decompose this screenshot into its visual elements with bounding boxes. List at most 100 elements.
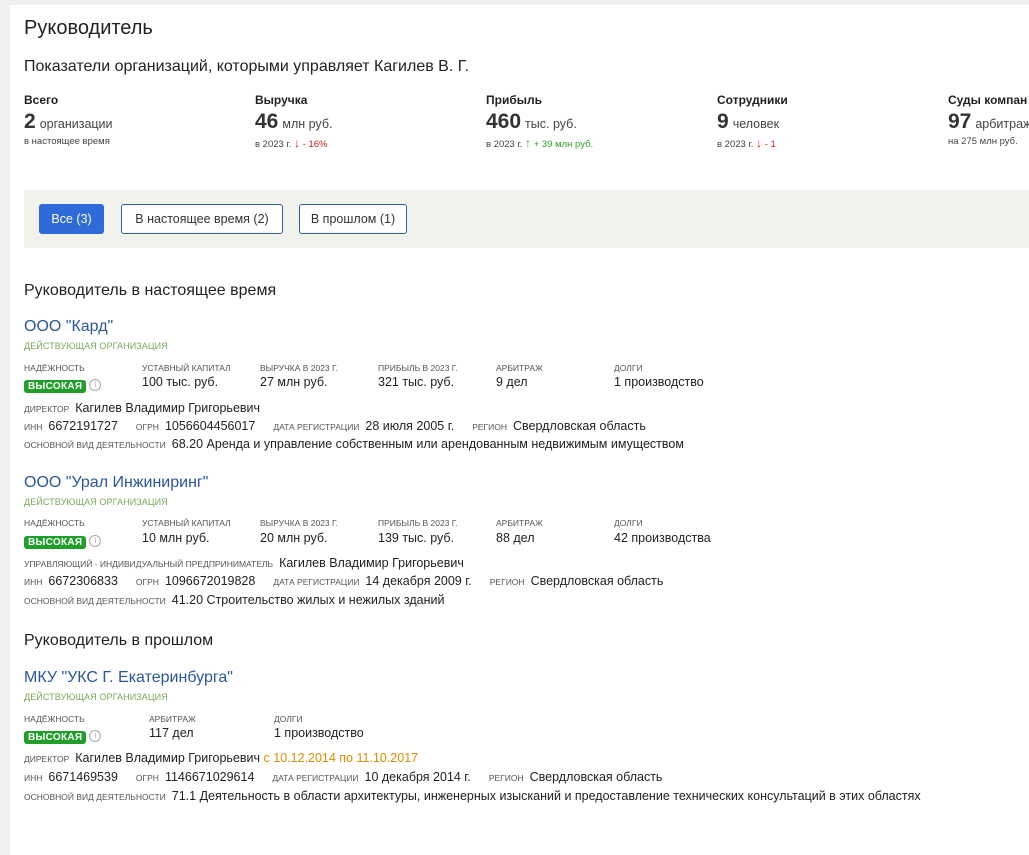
director-line: директор Кагилев Владимир Григорьевич <box>24 401 260 415</box>
debts-caption: долги <box>274 714 303 724</box>
stat-sub: в 2023 г. <box>486 139 523 150</box>
registry-line: ИНН 6672191727 ОГРН 1056604456017 дата регис… <box>24 419 646 433</box>
revenue-value: 20 млн руб. <box>260 531 328 545</box>
debts-caption: долги <box>614 518 643 528</box>
debts-value[interactable]: 1 производство <box>274 726 364 740</box>
director-name[interactable]: Кагилев Владимир Григорьевич <box>75 401 260 415</box>
arbitration-value[interactable]: 88 дел <box>496 531 535 545</box>
manager-caption: управляющий - индивидуальный предпринима… <box>24 559 274 569</box>
page-title: Руководитель <box>24 17 153 39</box>
arbitration-value[interactable]: 9 дел <box>496 375 528 389</box>
stat-value: 9 <box>717 110 729 133</box>
activity-value: 41.20 Строительство жилых и нежилых здан… <box>171 593 445 607</box>
reg-date-caption: дата регистрации <box>273 422 360 432</box>
org-status: ДЕЙСТВУЮЩАЯ ОРГАНИЗАЦИЯ <box>24 692 168 702</box>
reliability-value: ВЫСОКАЯ i <box>24 376 102 394</box>
debts-value[interactable]: 42 производства <box>614 531 711 545</box>
filter-past-button[interactable]: В прошлом (1) <box>299 204 407 234</box>
stat-label: Суды компан <box>948 93 1028 107</box>
stat-value: 2 <box>24 110 36 133</box>
stat-sub: на 275 млн руб. <box>948 136 1018 147</box>
director-line: директор Кагилев Владимир Григорьевич с 1… <box>24 751 418 765</box>
stat-label: Всего <box>24 93 59 107</box>
info-icon[interactable]: i <box>89 534 102 547</box>
reliability-value: ВЫСОКАЯ i <box>24 727 102 745</box>
ogrn-caption: ОГРН <box>135 422 159 432</box>
section-title-current: Руководитель в настоящее время <box>24 282 277 299</box>
capital-value: 100 тыс. руб. <box>142 375 219 389</box>
stat-employees: Сотрудники 9 человек в 2023 г. ↓ - 1 <box>717 93 788 150</box>
profit-caption: прибыль в 2023 г. <box>378 363 458 373</box>
director-caption: директор <box>24 404 70 414</box>
stat-revenue: Выручка 46 млн руб. в 2023 г. ↓ - 16% <box>255 93 332 150</box>
stat-change: + 39 млн руб. <box>533 139 594 150</box>
ogrn-value: 1146671029614 <box>164 770 255 784</box>
manager-line: управляющий - индивидуальный предпринима… <box>24 556 464 570</box>
arrow-up-icon: ↑ <box>525 136 532 150</box>
stat-value: 460 <box>486 110 522 133</box>
activity-caption: основной вид деятельности <box>24 440 166 450</box>
stat-courts: Суды компан 97 арбитраж на 275 млн руб. <box>948 93 1029 147</box>
activity-caption: основной вид деятельности <box>24 596 166 606</box>
debts-value[interactable]: 1 производство <box>614 375 704 389</box>
filter-bar: Все (3) В настоящее время (2) В прошлом … <box>24 190 1029 248</box>
stat-total: Всего 2 организации в настоящее время <box>24 93 113 147</box>
capital-value: 10 млн руб. <box>142 531 210 545</box>
stat-unit: арбитраж <box>975 117 1029 131</box>
reliability-caption: надёжность <box>24 518 85 528</box>
stat-sub: в 2023 г. <box>717 139 754 150</box>
ogrn-caption: ОГРН <box>135 773 159 783</box>
stat-value: 97 <box>948 110 972 133</box>
inn-value: 6672191727 <box>48 419 118 433</box>
reliability-badge: ВЫСОКАЯ <box>24 536 87 549</box>
stat-sub: в настоящее время <box>24 136 110 147</box>
stat-unit: тыс. руб. <box>525 117 577 131</box>
info-icon[interactable]: i <box>89 729 102 742</box>
capital-caption: уставный капитал <box>142 363 231 373</box>
stat-unit: млн руб. <box>282 117 333 131</box>
region-caption: регион <box>489 577 525 587</box>
activity-value: 71.1 Деятельность в области архитектуры,… <box>171 789 921 803</box>
arbitration-caption: арбитраж <box>496 363 543 373</box>
arbitration-value[interactable]: 117 дел <box>149 726 194 740</box>
capital-caption: уставный капитал <box>142 518 231 528</box>
profit-value: 321 тыс. руб. <box>378 375 455 389</box>
inn-caption: ИНН <box>24 422 43 432</box>
org-link[interactable]: ООО "Урал Инжиниринг" <box>24 474 208 492</box>
profit-caption: прибыль в 2023 г. <box>378 518 458 528</box>
arrow-down-icon: ↓ <box>294 136 301 150</box>
inn-caption: ИНН <box>24 773 43 783</box>
arbitration-caption: арбитраж <box>149 714 196 724</box>
region-value: Свердловская область <box>513 419 646 433</box>
stat-unit: организации <box>39 117 113 131</box>
reg-date-value: 28 июля 2005 г. <box>365 419 455 433</box>
inn-caption: ИНН <box>24 577 43 587</box>
stat-profit: Прибыль 460 тыс. руб. в 2023 г. ↑ + 39 мл… <box>486 93 593 150</box>
inn-value: 6672306833 <box>48 574 118 588</box>
reg-date-value: 14 декабря 2009 г. <box>365 574 472 588</box>
org-link[interactable]: МКУ "УКС Г. Екатеринбурга" <box>24 669 233 687</box>
arrow-down-icon: ↓ <box>756 136 763 150</box>
profit-value: 139 тыс. руб. <box>378 531 455 545</box>
region-value: Свердловская область <box>530 574 664 588</box>
revenue-caption: выручка в 2023 г. <box>260 363 338 373</box>
org-status: ДЕЙСТВУЮЩАЯ ОРГАНИЗАЦИЯ <box>24 341 168 351</box>
registry-line: ИНН 6671469539 ОГРН 1146671029614 дата регис… <box>24 770 662 784</box>
director-name[interactable]: Кагилев Владимир Григорьевич <box>75 751 260 765</box>
manager-name[interactable]: Кагилев Владимир Григорьевич <box>279 556 464 570</box>
info-icon[interactable]: i <box>89 378 102 391</box>
director-period: с 10.12.2014 по 11.10.2017 <box>263 751 419 765</box>
director-caption: директор <box>24 754 70 764</box>
filter-all-button[interactable]: Все (3) <box>39 204 104 234</box>
section-title-past: Руководитель в прошлом <box>24 632 214 649</box>
reliability-badge: ВЫСОКАЯ <box>24 731 87 744</box>
org-link[interactable]: ООО "Кард" <box>24 318 113 336</box>
leader-panel: Руководитель Показатели организаций, кот… <box>10 5 1029 855</box>
stat-change: - 1 <box>764 139 776 150</box>
reliability-badge: ВЫСОКАЯ <box>24 380 87 393</box>
activity-value: 68.20 Аренда и управление собственным ил… <box>171 437 684 451</box>
reg-date-caption: дата регистрации <box>273 577 360 587</box>
ogrn-caption: ОГРН <box>135 577 159 587</box>
filter-current-button[interactable]: В настоящее время (2) <box>121 204 283 234</box>
org-status: ДЕЙСТВУЮЩАЯ ОРГАНИЗАЦИЯ <box>24 497 168 507</box>
